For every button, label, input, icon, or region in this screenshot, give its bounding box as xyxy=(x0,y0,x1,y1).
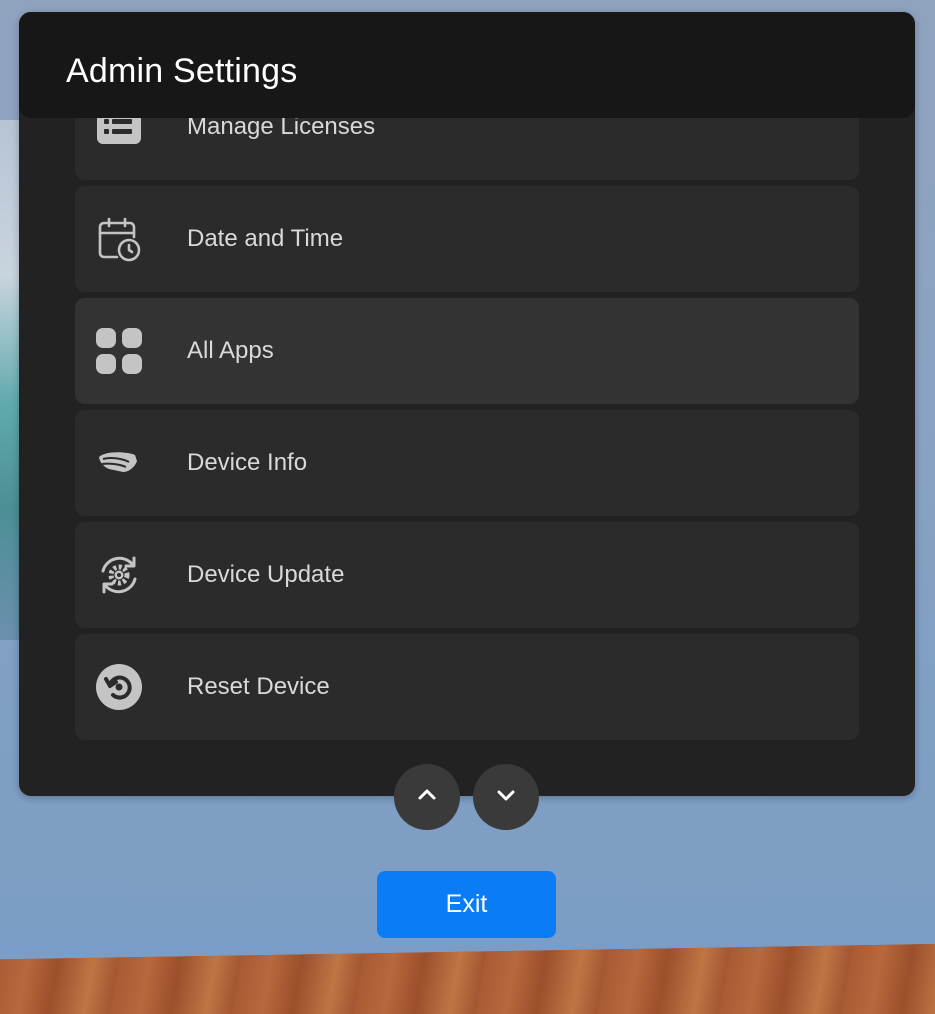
chevron-down-icon xyxy=(494,783,518,812)
menu-item-date-and-time[interactable]: Date and Time xyxy=(75,186,859,292)
vr-environment-background: Manage Licenses Date and Time All Apps D… xyxy=(0,0,935,1014)
exit-button-label: Exit xyxy=(445,890,488,918)
exit-button[interactable]: Exit xyxy=(377,871,556,938)
page-title: Admin Settings xyxy=(66,52,298,90)
menu-item-label: Device Info xyxy=(187,449,308,476)
menu-item-label: All Apps xyxy=(187,337,274,364)
menu-item-device-update[interactable]: Device Update xyxy=(75,522,859,628)
reset-icon xyxy=(95,663,143,711)
menu-item-reset-device[interactable]: Reset Device xyxy=(75,634,859,740)
scroll-up-button[interactable] xyxy=(394,764,460,830)
menu-item-label: Date and Time xyxy=(187,225,344,252)
calendar-clock-icon xyxy=(95,215,143,263)
scroll-down-button[interactable] xyxy=(473,764,539,830)
chevron-up-icon xyxy=(415,783,439,812)
gear-refresh-icon xyxy=(95,551,143,599)
wooden-floor xyxy=(0,944,935,1014)
menu-item-label: Reset Device xyxy=(187,673,330,700)
menu-item-all-apps[interactable]: All Apps xyxy=(75,298,859,404)
settings-list[interactable]: Manage Licenses Date and Time All Apps D… xyxy=(19,12,915,752)
apps-grid-icon xyxy=(95,327,143,375)
admin-settings-panel: Manage Licenses Date and Time All Apps D… xyxy=(19,12,915,796)
panel-header: Admin Settings xyxy=(19,12,915,118)
menu-item-device-info[interactable]: Device Info xyxy=(75,410,859,516)
menu-item-label: Device Update xyxy=(187,561,345,588)
headset-icon xyxy=(95,439,143,487)
